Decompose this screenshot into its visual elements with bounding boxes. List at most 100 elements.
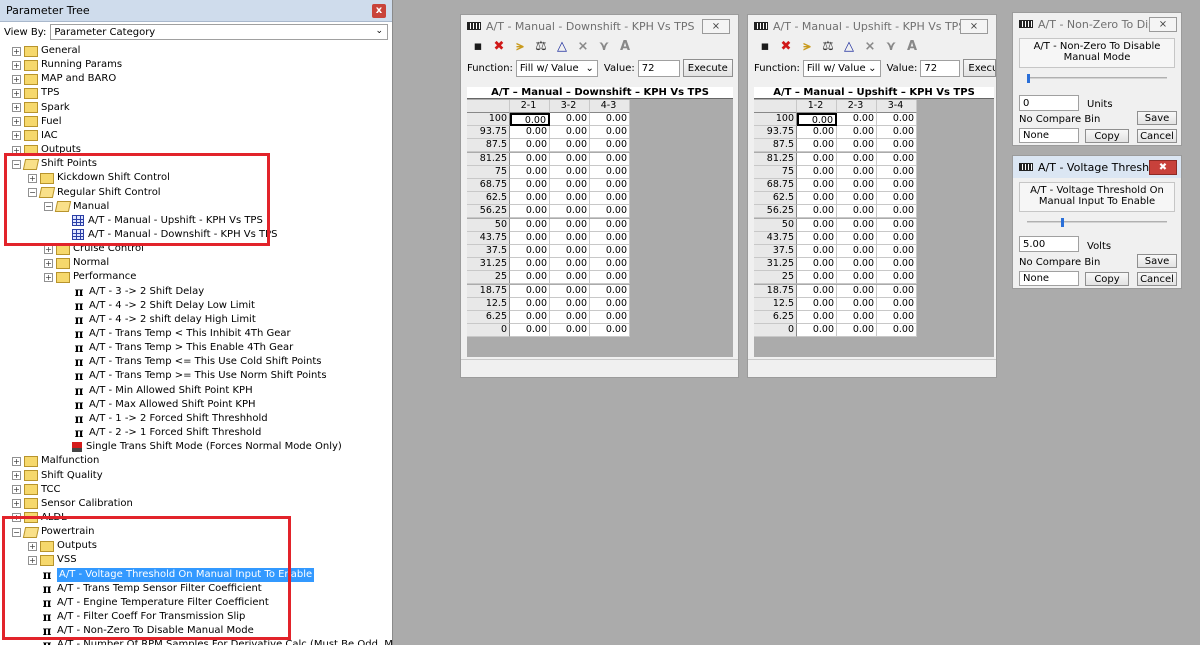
grid-cell[interactable]: 0.00	[550, 231, 590, 245]
grid-cell[interactable]: 0.00	[797, 218, 837, 232]
grid-cell[interactable]: 0.00	[510, 258, 550, 272]
grid-cell[interactable]: 0.00	[837, 258, 877, 272]
grid-cell[interactable]: 0.00	[550, 165, 590, 179]
grid-row-header[interactable]: 12.5	[467, 297, 510, 311]
function-select[interactable]: Fill w/ Value ⌄	[802, 59, 881, 77]
grid-cell[interactable]: 0.00	[837, 271, 877, 285]
grid-row-header[interactable]: 68.75	[754, 179, 797, 192]
grid-cell[interactable]: 0.00	[837, 152, 877, 166]
grid-cell[interactable]: 0.00	[797, 192, 837, 206]
grid-cell[interactable]: 0.00	[797, 284, 837, 298]
tree-node[interactable]: + Malfunction	[12, 454, 99, 468]
grid-row-header[interactable]: 75	[467, 165, 510, 179]
grid-cell[interactable]: 0.00	[550, 113, 590, 126]
tree-node[interactable]: + MAP and BARO	[12, 72, 116, 86]
grid-row-header[interactable]: 81.25	[754, 152, 797, 166]
save-icon[interactable]: ▪	[471, 40, 485, 54]
grid-cell[interactable]: 0.00	[877, 165, 917, 179]
grid-column-header[interactable]: 2-3	[837, 100, 877, 113]
grid-cell[interactable]: 0.00	[550, 271, 590, 285]
grid-cell[interactable]: 0.00	[837, 245, 877, 258]
grid-cell[interactable]: 0.00	[590, 271, 630, 285]
voltage-value-input[interactable]: 5.00	[1019, 236, 1079, 252]
grid-row-header[interactable]: 25	[754, 271, 797, 285]
grid-row-header[interactable]: 12.5	[754, 297, 797, 311]
grid-column-header[interactable]: 4-3	[590, 100, 630, 113]
grid-cell[interactable]: 0.00	[550, 179, 590, 192]
tree-node[interactable]: + TPS	[12, 86, 60, 100]
grid-cell[interactable]: 0.00	[550, 205, 590, 219]
grid-cell[interactable]: 0.00	[590, 218, 630, 232]
grid-row-header[interactable]: 6.25	[754, 311, 797, 324]
grid-cell[interactable]: 0.00	[837, 126, 877, 140]
grid-row-header[interactable]: 87.5	[467, 139, 510, 153]
grid-cell[interactable]: 0.00	[797, 139, 837, 153]
expand-icon[interactable]: +	[44, 258, 53, 268]
grid-column-header[interactable]: 3-2	[550, 100, 590, 113]
compare-bin-select[interactable]: None	[1019, 271, 1079, 286]
grid-cell[interactable]: 0.00	[797, 311, 837, 324]
grid-cell[interactable]: 0.00	[877, 271, 917, 285]
downshift-grid[interactable]: A/T – Manual – Downshift – KPH Vs TPS 2-1…	[467, 87, 733, 357]
grid-cell[interactable]: 0.00	[877, 284, 917, 298]
grid-row-header[interactable]: 100	[754, 113, 797, 126]
grid-row-header[interactable]: 18.75	[467, 284, 510, 298]
nonzero-slider[interactable]	[1027, 74, 1167, 83]
grid-cell[interactable]: 0.00	[877, 113, 917, 126]
grid-row-header[interactable]: 87.5	[754, 139, 797, 153]
viewby-select[interactable]: Parameter Category ⌄	[50, 24, 388, 40]
grid-cell[interactable]: 0.00	[550, 192, 590, 206]
copy-button[interactable]: Copy	[1085, 129, 1129, 143]
grid-cell[interactable]: 0.00	[877, 218, 917, 232]
tree-node[interactable]: + Sensor Calibration	[12, 497, 133, 511]
tree-node[interactable]: + Spark	[12, 101, 70, 115]
compare-icon[interactable]: ⚖	[534, 40, 548, 54]
expand-icon[interactable]: +	[12, 485, 21, 495]
grid-column-header[interactable]: 3-4	[877, 100, 917, 113]
function-select[interactable]: Fill w/ Value ⌄	[515, 59, 598, 77]
grid-cell[interactable]: 0.00	[550, 245, 590, 258]
tree-node[interactable]: + IAC	[12, 129, 58, 143]
expand-icon[interactable]: +	[12, 60, 21, 70]
grid-cell[interactable]: 0.00	[550, 139, 590, 153]
grid-cell[interactable]: 0.00	[837, 113, 877, 126]
grid-cell[interactable]: 0.00	[590, 324, 630, 338]
execute-button[interactable]: Execu	[963, 59, 996, 77]
expand-icon[interactable]: +	[44, 272, 53, 282]
grid-cell[interactable]: 0.00	[510, 218, 550, 232]
grid-cell[interactable]: 0.00	[797, 152, 837, 166]
grid-cell[interactable]: 0.00	[590, 152, 630, 166]
grid-cell[interactable]: 0.00	[590, 165, 630, 179]
grid-cell[interactable]: 0.00	[797, 205, 837, 219]
grid-row-header[interactable]: 93.75	[467, 126, 510, 140]
save-button[interactable]: Save	[1137, 111, 1177, 125]
scale-icon[interactable]: ⨯	[576, 40, 590, 54]
grid-row-header[interactable]: 62.5	[467, 192, 510, 206]
grid-cell[interactable]: 0.00	[877, 192, 917, 206]
interpolate-icon[interactable]: ⋎	[884, 40, 898, 54]
tree-close-button[interactable]: x	[372, 3, 386, 18]
interpolate-icon[interactable]: ⋎	[597, 40, 611, 54]
grid-row-header[interactable]: 37.5	[467, 245, 510, 258]
grid-cell[interactable]: 0.00	[510, 324, 550, 338]
grid-row-header[interactable]: 100	[467, 113, 510, 126]
grid-cell[interactable]: 0.00	[877, 231, 917, 245]
grid-row-header[interactable]: 6.25	[467, 311, 510, 324]
grid-cell[interactable]: 0.00	[877, 126, 917, 140]
grid-cell[interactable]: 0.00	[510, 165, 550, 179]
tree-node[interactable]: + TCC	[12, 483, 61, 497]
copy-button[interactable]: Copy	[1085, 272, 1129, 286]
grid-cell[interactable]: 0.00	[797, 165, 837, 179]
grid-cell[interactable]: 0.00	[510, 284, 550, 298]
grid-cell[interactable]: 0.00	[510, 271, 550, 285]
grid-row-header[interactable]: 68.75	[467, 179, 510, 192]
grid-row-header[interactable]: 56.25	[754, 205, 797, 219]
delete-icon[interactable]: ✖	[779, 40, 793, 54]
grid-column-header[interactable]: 1-2	[797, 100, 837, 113]
grid-cell[interactable]: 0.00	[510, 152, 550, 166]
grid-row-header[interactable]: 37.5	[754, 245, 797, 258]
grid-cell[interactable]: 0.00	[550, 311, 590, 324]
grid-cell[interactable]: 0.00	[590, 311, 630, 324]
delete-icon[interactable]: ✖	[492, 40, 506, 54]
scale-icon[interactable]: ⨯	[863, 40, 877, 54]
